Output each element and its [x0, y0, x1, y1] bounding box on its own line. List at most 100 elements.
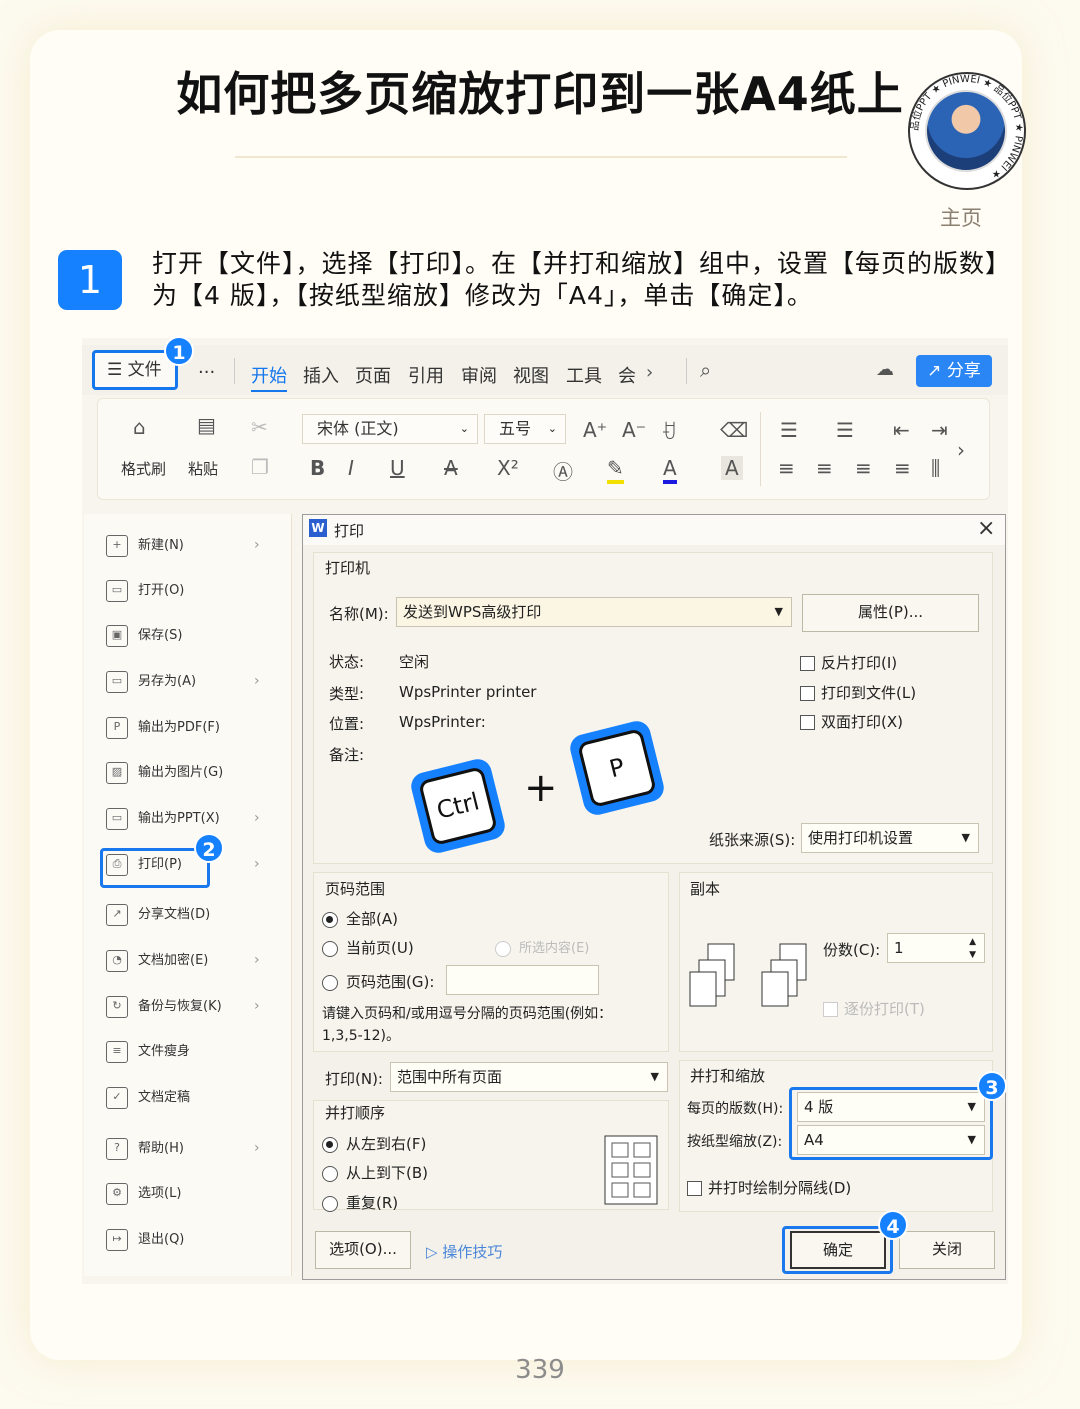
decrease-indent-icon[interactable]: ⇤ [893, 418, 910, 442]
menu-item-backup[interactable]: ↻ 备份与恢复(K) › [106, 995, 286, 1025]
copies-label: 份数(C): [823, 941, 881, 959]
badge-ring-text: 品位PPT ★ PINWEI ★ 品位PPT ★ PINWEI ★ [909, 74, 1024, 181]
left-to-right-radio[interactable]: 从左到右(F) [322, 1133, 426, 1154]
numbered-list-icon[interactable]: ☰ [836, 418, 854, 442]
page-range-radio[interactable]: 页码范围(G): [322, 971, 434, 992]
all-pages-radio[interactable]: 全部(A) [322, 908, 398, 929]
reverse-print-checkbox[interactable]: 反片打印(I) [800, 652, 897, 673]
new-icon: + [106, 534, 128, 557]
cloud-icon[interactable]: ☁ [876, 359, 894, 380]
tab-home[interactable]: 开始 [251, 362, 287, 392]
paper-source-select[interactable]: 使用打印机设置 ▼ [801, 823, 979, 853]
selection-radio[interactable]: 所选内容(E) [495, 937, 589, 957]
tips-link[interactable]: ▷ 操作技巧 [426, 1241, 502, 1262]
radio-icon [322, 940, 338, 957]
paste-icon[interactable]: ▤ [197, 413, 216, 437]
menu-item-new[interactable]: + 新建(N) › [106, 534, 286, 564]
align-center-icon[interactable]: ≡ [816, 456, 833, 480]
printer-name-select[interactable]: 发送到WPS高级打印 ▼ [396, 597, 792, 627]
export-pdf-icon: P [106, 716, 128, 739]
menu-item-export-ppt[interactable]: ▭ 输出为PPT(X) › [106, 807, 286, 837]
phonetic-icon[interactable]: ꀀ [661, 418, 677, 444]
tab-insert[interactable]: 插入 [303, 362, 339, 388]
menu-item-export-image[interactable]: ▨ 输出为图片(G) [106, 761, 286, 791]
cut-icon[interactable]: ✂ [251, 415, 268, 439]
print-to-file-checkbox[interactable]: 打印到文件(L) [800, 682, 916, 703]
menu-item-label: 新建(N) [138, 538, 184, 553]
underline-icon[interactable]: U [390, 456, 405, 480]
increase-indent-icon[interactable]: ⇥ [931, 418, 948, 442]
menu-item-options[interactable]: ⚙ 选项(L) [106, 1182, 286, 1212]
menu-item-help[interactable]: ? 帮助(H) › [106, 1137, 286, 1167]
bullet-list-icon[interactable]: ☰ [780, 418, 798, 442]
grow-font-icon[interactable]: A⁺ [583, 418, 607, 442]
menu-item-export-pdf[interactable]: P 输出为PDF(F) [106, 716, 286, 746]
eraser-icon[interactable]: ⌫ [720, 418, 748, 442]
menu-item-slim[interactable]: ≡ 文件瘦身 [106, 1040, 286, 1070]
justify-icon[interactable]: ≡ [894, 456, 911, 480]
strikethrough-icon[interactable]: A [444, 456, 458, 480]
collate-label: 逐份打印(T) [844, 1000, 925, 1018]
bold-icon[interactable]: B [310, 456, 325, 480]
menu-item-save[interactable]: ▣ 保存(S) [106, 624, 286, 654]
font-size-select[interactable]: 五号 ⌄ [484, 414, 566, 444]
format-painter-label[interactable]: 格式刷 [121, 458, 166, 479]
printer-name-value: 发送到WPS高级打印 [403, 603, 542, 621]
copies-input[interactable]: 1 ▲ ▼ [887, 933, 985, 963]
italic-icon[interactable]: I [348, 456, 354, 480]
menu-item-exit[interactable]: ↦ 退出(Q) [106, 1228, 286, 1258]
options-icon: ⚙ [106, 1182, 128, 1205]
font-color-icon[interactable]: A [663, 456, 677, 484]
tab-member[interactable]: 会 [618, 362, 636, 388]
menu-item-label: 备份与恢复(K) [138, 999, 222, 1014]
copy-icon[interactable]: ❐ [251, 455, 269, 479]
duplex-checkbox[interactable]: 双面打印(X) [800, 711, 903, 732]
more-menu[interactable]: ··· [198, 362, 215, 383]
distribute-icon[interactable]: ⫼ [931, 456, 940, 480]
tab-page[interactable]: 页面 [355, 362, 391, 388]
share-button[interactable]: ↗ 分享 [916, 355, 992, 387]
save-icon: ▣ [106, 624, 128, 647]
search-icon[interactable]: ⌕ [700, 358, 711, 382]
align-right-icon[interactable]: ≡ [855, 456, 872, 480]
close-button[interactable]: 关闭 [899, 1231, 995, 1269]
align-left-icon[interactable]: ≡ [778, 456, 795, 480]
text-effect-icon[interactable]: Ⓐ [553, 456, 573, 485]
tab-tools[interactable]: 工具 [566, 362, 602, 388]
radio-selected-icon [322, 1136, 338, 1153]
print-scope-select[interactable]: 范围中所有页面 ▼ [390, 1062, 668, 1092]
chevron-right-icon: › [254, 810, 260, 826]
chevron-right-icon[interactable]: › [646, 362, 653, 383]
char-shading-icon[interactable]: A [721, 456, 743, 480]
menu-item-save-as[interactable]: ▭ 另存为(A) › [106, 670, 286, 700]
home-link[interactable]: 主页 [940, 202, 982, 232]
draw-separator-label: 并打时绘制分隔线(D) [708, 1179, 852, 1197]
close-icon[interactable]: × [977, 516, 995, 541]
chevron-right-icon: › [254, 673, 260, 689]
stepper-icon[interactable]: ▲ ▼ [969, 936, 976, 962]
format-painter-icon[interactable]: ⌂ [133, 415, 146, 439]
superscript-icon[interactable]: X² [497, 456, 519, 480]
highlight-icon[interactable]: ✎ [607, 456, 624, 484]
repeat-radio[interactable]: 重复(R) [322, 1192, 398, 1213]
collate-checkbox[interactable]: 逐份打印(T) [823, 998, 925, 1019]
draw-separator-checkbox[interactable]: 并打时绘制分隔线(D) [687, 1177, 851, 1198]
menu-item-open[interactable]: ▭ 打开(O) [106, 579, 286, 609]
tab-review[interactable]: 审阅 [461, 362, 497, 388]
page-range-input[interactable] [446, 965, 599, 995]
callout-3: 3 [977, 1071, 1007, 1101]
menu-item-encrypt[interactable]: ◔ 文档加密(E) › [106, 949, 286, 979]
menu-item-share-doc[interactable]: ↗ 分享文档(D) [106, 903, 286, 933]
properties-button[interactable]: 属性(P)... [802, 594, 979, 632]
font-name-select[interactable]: 宋体 (正文) ⌄ [302, 414, 478, 444]
chevron-right-icon[interactable]: › [957, 438, 965, 462]
tab-reference[interactable]: 引用 [408, 362, 444, 388]
paste-label[interactable]: 粘贴 [188, 458, 218, 479]
checkbox-checked-icon [823, 1002, 838, 1017]
menu-item-finalize[interactable]: ✓ 文档定稿 [106, 1086, 286, 1116]
shrink-font-icon[interactable]: A⁻ [622, 418, 646, 442]
top-to-bottom-radio[interactable]: 从上到下(B) [322, 1162, 428, 1183]
current-page-radio[interactable]: 当前页(U) [322, 937, 414, 958]
tab-view[interactable]: 视图 [513, 362, 549, 388]
options-button[interactable]: 选项(O)... [315, 1231, 411, 1269]
